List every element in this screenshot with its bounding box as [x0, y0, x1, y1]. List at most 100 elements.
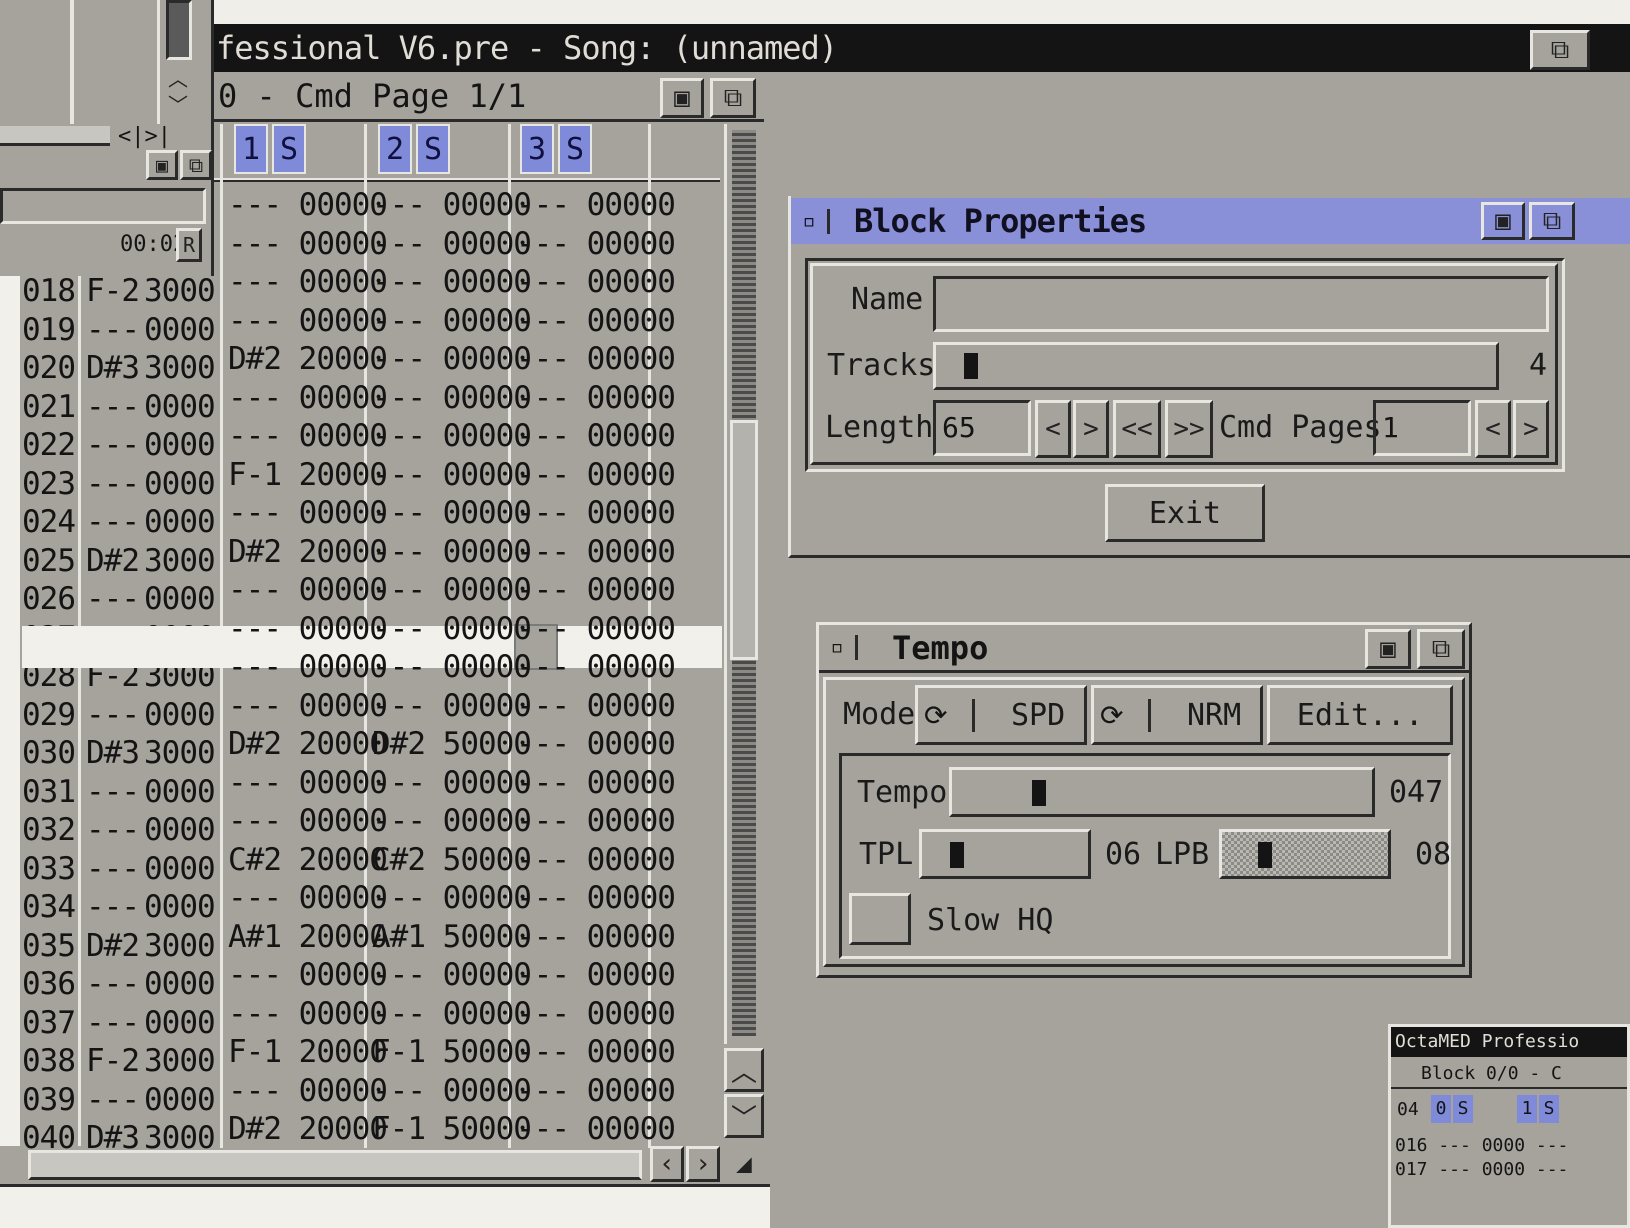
editor-scroll-down[interactable]: ﹀: [724, 1094, 764, 1138]
tempo-slider-knob[interactable]: [1032, 780, 1046, 806]
back-note[interactable]: ---: [86, 426, 140, 465]
track-3-solo[interactable]: S: [558, 124, 592, 174]
back-note[interactable]: ---: [86, 1081, 140, 1120]
back-note[interactable]: ---: [86, 1004, 140, 1043]
track-3-button[interactable]: 3: [520, 124, 554, 174]
back-row-number[interactable]: 022: [22, 426, 76, 465]
back-note[interactable]: ---: [86, 773, 140, 812]
mini-track-1-solo[interactable]: S: [1539, 1095, 1559, 1123]
back-window-depth[interactable]: ⧉: [180, 150, 212, 180]
back-row-number[interactable]: 038: [22, 1042, 76, 1081]
back-row-number[interactable]: 021: [22, 388, 76, 427]
track-2-solo[interactable]: S: [416, 124, 450, 174]
back-row-number[interactable]: 037: [22, 1004, 76, 1043]
block-depth-gadget[interactable]: ⧉: [1529, 202, 1575, 240]
back-row-number[interactable]: 018: [22, 272, 76, 311]
close-gadget[interactable]: ▫: [791, 208, 830, 234]
tempo-slider[interactable]: [949, 767, 1375, 817]
track-3-column[interactable]: --- 00000 --- 00000 --- 00000 --- 00000 …: [516, 186, 676, 1149]
back-note[interactable]: D#3: [86, 734, 140, 773]
back-note[interactable]: ---: [86, 580, 140, 619]
screen-depth-gadget[interactable]: ⧉: [1530, 30, 1590, 70]
back-row-number[interactable]: 020: [22, 349, 76, 388]
back-row-number[interactable]: 032: [22, 811, 76, 850]
screen-title-bar[interactable]: fessional V6.pre - Song: (unnamed): [214, 24, 1630, 72]
track-2-button[interactable]: 2: [378, 124, 412, 174]
editor-vscroll-thumb[interactable]: [730, 420, 758, 660]
back-note[interactable]: ---: [86, 965, 140, 1004]
mini-title[interactable]: OctaMED Professio: [1391, 1027, 1627, 1057]
length-fast-next-button[interactable]: >>: [1165, 400, 1213, 458]
editor-scroll-up[interactable]: ︿: [724, 1048, 764, 1092]
length-prev-button[interactable]: <: [1035, 400, 1071, 458]
back-row-number[interactable]: 039: [22, 1081, 76, 1120]
cmd-pages-input[interactable]: 1: [1373, 400, 1471, 456]
tracks-slider[interactable]: [933, 342, 1499, 390]
track-1-column[interactable]: --- 00000 --- 00000 --- 00000 --- 00000 …: [228, 186, 388, 1149]
editor-scroll-right[interactable]: ›: [686, 1146, 720, 1182]
mini-track-1[interactable]: 1: [1517, 1095, 1537, 1123]
back-row-number[interactable]: 024: [22, 503, 76, 542]
back-row-number[interactable]: 025: [22, 542, 76, 581]
track-1-solo[interactable]: S: [272, 124, 306, 174]
lpb-slider[interactable]: [1219, 829, 1391, 879]
back-row-number[interactable]: 023: [22, 465, 76, 504]
back-window-scroll-up[interactable]: ︿: [164, 64, 192, 91]
mini-track-0[interactable]: 0: [1431, 1095, 1451, 1123]
editor-size-gadget[interactable]: ◢: [724, 1144, 764, 1184]
back-window-zoom[interactable]: ▣: [146, 150, 178, 180]
close-gadget[interactable]: ▫: [819, 635, 858, 660]
back-note[interactable]: ---: [86, 696, 140, 735]
back-row-number[interactable]: 019: [22, 311, 76, 350]
back-row-number[interactable]: 033: [22, 850, 76, 889]
back-window-r-button[interactable]: R: [176, 228, 202, 262]
back-row-number[interactable]: 026: [22, 580, 76, 619]
edit-button[interactable]: Edit...: [1267, 685, 1453, 745]
back-note[interactable]: ---: [86, 888, 140, 927]
editor-zoom-gadget[interactable]: ▣: [660, 78, 704, 118]
tpl-slider-knob[interactable]: [950, 842, 964, 868]
back-row-number[interactable]: 036: [22, 965, 76, 1004]
editor-hscroll[interactable]: [28, 1150, 642, 1180]
back-row-number[interactable]: 034: [22, 888, 76, 927]
exit-button[interactable]: Exit: [1105, 484, 1265, 542]
editor-depth-gadget[interactable]: ⧉: [710, 78, 756, 118]
back-row-number[interactable]: 031: [22, 773, 76, 812]
track-2-column[interactable]: --- 00000 --- 00000 --- 00000 --- 00000 …: [372, 186, 532, 1149]
lpb-slider-knob[interactable]: [1258, 842, 1272, 868]
length-input[interactable]: 65: [933, 400, 1031, 456]
back-note[interactable]: ---: [86, 850, 140, 889]
back-note[interactable]: ---: [86, 388, 140, 427]
back-window-field[interactable]: [0, 188, 206, 224]
mini-block-title[interactable]: Block 0/0 - C: [1391, 1059, 1627, 1089]
back-note[interactable]: ---: [86, 465, 140, 504]
editor-scroll-left[interactable]: ‹: [650, 1146, 684, 1182]
spd-cycle-button[interactable]: ⟳ SPD: [915, 685, 1087, 745]
back-window-scroll-down[interactable]: ﹀: [164, 90, 192, 117]
back-note[interactable]: D#2: [86, 542, 140, 581]
mini-track-0-solo[interactable]: S: [1453, 1095, 1473, 1123]
cmd-pages-next-button[interactable]: >: [1513, 400, 1549, 458]
back-note[interactable]: F-2: [86, 1042, 140, 1081]
back-window-hscroll[interactable]: [0, 126, 110, 146]
name-input[interactable]: [933, 276, 1549, 332]
block-zoom-gadget[interactable]: ▣: [1481, 202, 1525, 240]
back-row-number[interactable]: 030: [22, 734, 76, 773]
nrm-cycle-button[interactable]: ⟳ NRM: [1091, 685, 1263, 745]
back-note[interactable]: ---: [86, 503, 140, 542]
tempo-zoom-gadget[interactable]: ▣: [1365, 629, 1411, 669]
length-fast-prev-button[interactable]: <<: [1113, 400, 1161, 458]
cmd-pages-prev-button[interactable]: <: [1475, 400, 1511, 458]
back-note[interactable]: ---: [86, 811, 140, 850]
tpl-slider[interactable]: [919, 829, 1091, 879]
back-note[interactable]: ---: [86, 311, 140, 350]
back-note[interactable]: D#2: [86, 927, 140, 966]
track-1-button[interactable]: 1: [234, 124, 268, 174]
back-row-number[interactable]: 029: [22, 696, 76, 735]
back-note[interactable]: F-2: [86, 272, 140, 311]
slow-hq-checkbox[interactable]: [849, 893, 911, 945]
length-next-button[interactable]: >: [1073, 400, 1109, 458]
tracks-slider-knob[interactable]: [964, 353, 978, 379]
tempo-depth-gadget[interactable]: ⧉: [1417, 629, 1465, 669]
back-row-number[interactable]: 035: [22, 927, 76, 966]
